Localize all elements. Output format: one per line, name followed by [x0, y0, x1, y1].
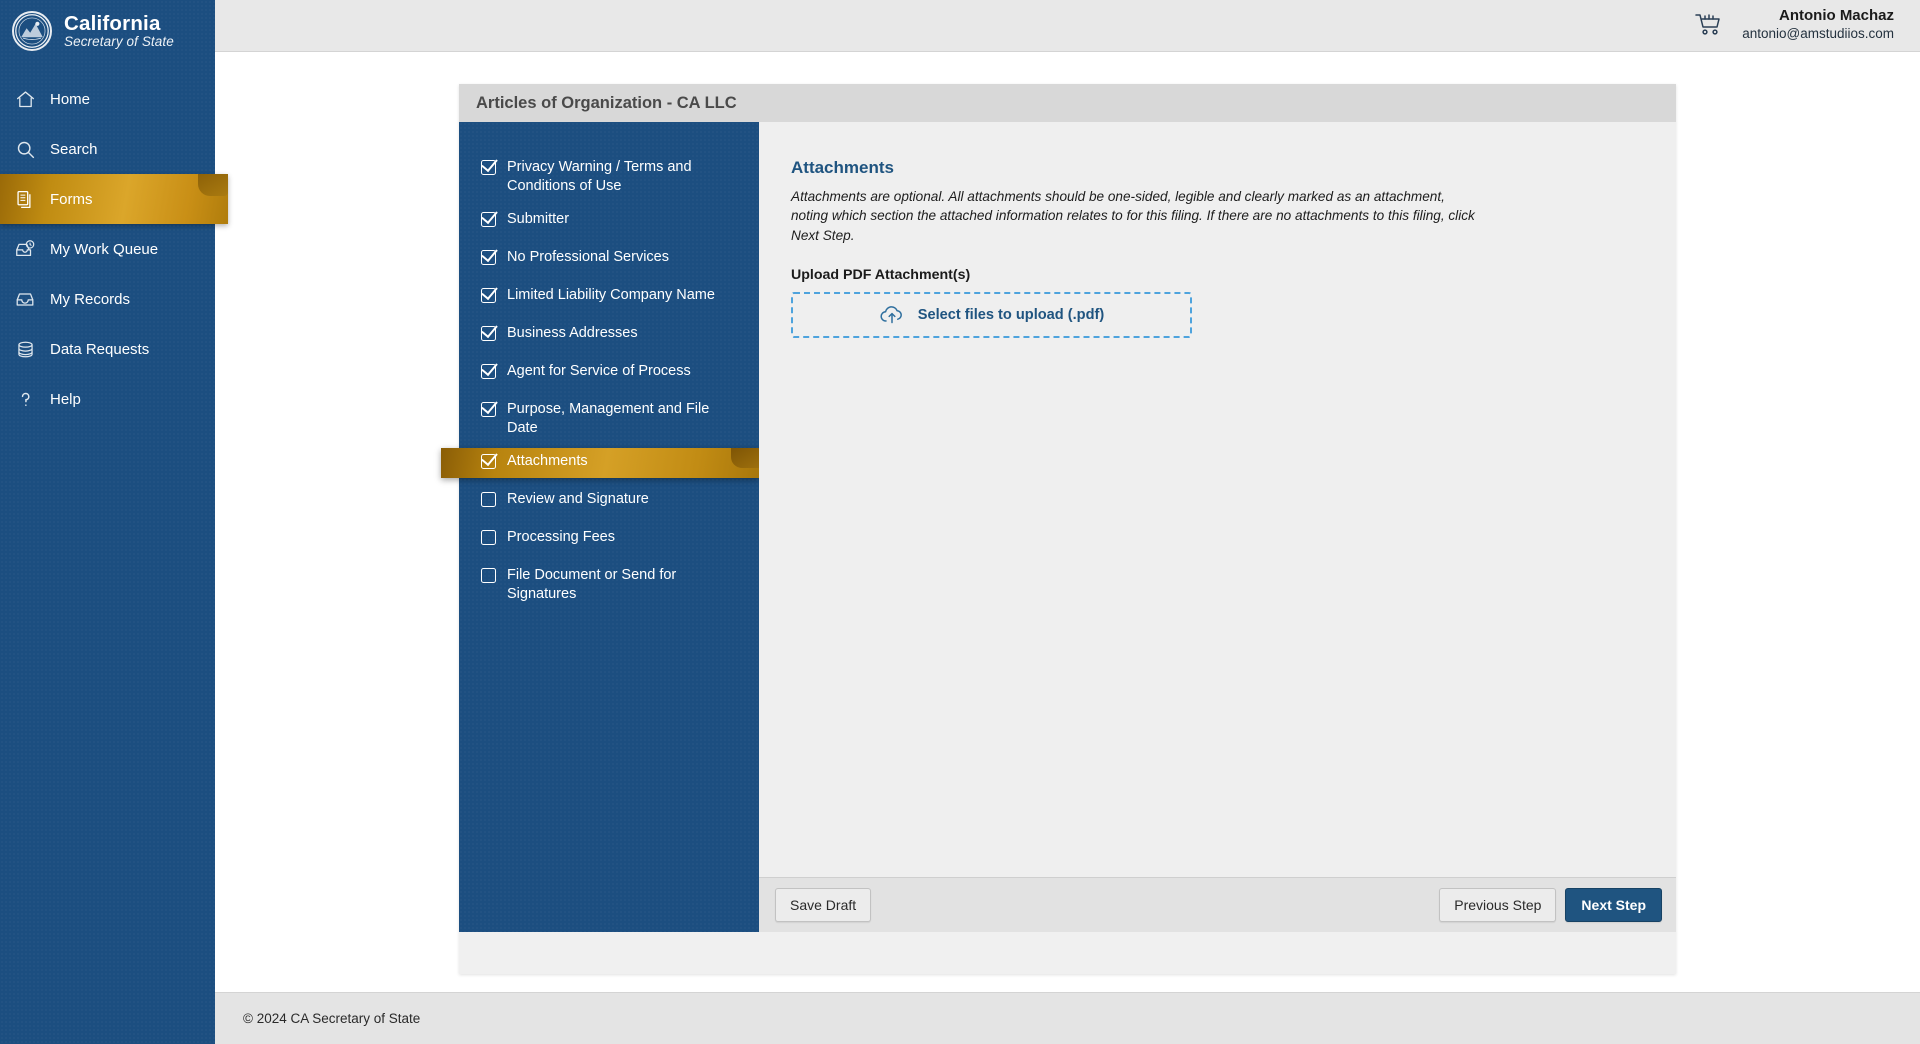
- step-item-file-document[interactable]: File Document or Send for Signatures: [459, 562, 759, 606]
- database-icon: [14, 338, 36, 360]
- step-label: Privacy Warning / Terms and Conditions o…: [507, 159, 692, 194]
- top-bar: Antonio Machaz antonio@amstudiios.com: [215, 0, 1920, 52]
- step-label: Processing Fees: [507, 529, 615, 546]
- step-label: Attachments: [507, 453, 588, 470]
- sidebar-item-my-records[interactable]: My Records: [0, 274, 215, 324]
- sidebar-item-my-work-queue[interactable]: My Work Queue: [0, 224, 215, 274]
- sidebar: California Secretary of State Home Searc…: [0, 0, 228, 1044]
- step-item-llc-name[interactable]: Limited Liability Company Name: [459, 282, 759, 312]
- checkbox-checked-icon: [481, 250, 496, 266]
- save-draft-button[interactable]: Save Draft: [775, 888, 872, 922]
- step-item-agent-for-service[interactable]: Agent for Service of Process: [459, 358, 759, 388]
- content-heading: Attachments: [791, 158, 894, 177]
- checkbox-checked-icon: [481, 402, 496, 418]
- user-area: Antonio Machaz antonio@amstudiios.com: [1694, 6, 1894, 42]
- home-icon: [14, 88, 36, 110]
- sidebar-item-label: Search: [50, 140, 98, 158]
- step-label: Submitter: [507, 211, 570, 228]
- previous-step-button[interactable]: Previous Step: [1439, 888, 1557, 922]
- sidebar-item-data-requests[interactable]: Data Requests: [0, 324, 215, 374]
- sidebar-nav: Home Search Forms My Work Queue My Recor…: [0, 74, 228, 424]
- upload-section-label: Upload PDF Attachment(s): [791, 266, 971, 283]
- content-description: Attachments are optional. All attachment…: [791, 189, 1475, 243]
- checkbox-unchecked-icon: [481, 568, 496, 584]
- search-icon: [14, 138, 36, 160]
- records-tray-icon: [14, 288, 36, 310]
- sidebar-item-home[interactable]: Home: [0, 74, 215, 124]
- card-body: Privacy Warning / Terms and Conditions o…: [441, 122, 1676, 932]
- sidebar-item-search[interactable]: Search: [0, 124, 215, 174]
- checkbox-checked-icon: [481, 364, 496, 380]
- step-item-attachments[interactable]: Attachments: [441, 448, 759, 479]
- sidebar-item-forms[interactable]: Forms: [0, 174, 228, 224]
- page-footer: © 2024 CA Secretary of State: [215, 992, 1920, 1044]
- sidebar-item-label: Home: [50, 90, 91, 108]
- california-state-seal-icon: [12, 11, 52, 51]
- step-label: File Document or Send for Signatures: [507, 567, 677, 602]
- checkbox-checked-icon: [481, 288, 496, 304]
- step-item-purpose-management[interactable]: Purpose, Management and File Date: [459, 396, 759, 440]
- sidebar-item-help[interactable]: Help: [0, 374, 215, 424]
- step-label: Agent for Service of Process: [507, 363, 691, 380]
- brand-text: California Secretary of State: [64, 11, 174, 50]
- step-label: Limited Liability Company Name: [507, 287, 715, 304]
- dropzone-label: Select files to upload (.pdf): [917, 306, 1105, 323]
- brand-name: California: [64, 11, 161, 35]
- step-item-processing-fees[interactable]: Processing Fees: [459, 524, 759, 554]
- form-action-bar: Save Draft Previous Step Next Step: [759, 877, 1676, 932]
- step-label: Business Addresses: [507, 325, 638, 342]
- checkbox-unchecked-icon: [481, 530, 496, 546]
- sidebar-item-label: My Records: [50, 290, 131, 308]
- sidebar-item-label: Help: [50, 390, 81, 408]
- work-queue-icon: [14, 238, 36, 260]
- user-info: Antonio Machaz antonio@amstudiios.com: [1742, 6, 1894, 42]
- step-item-business-addresses[interactable]: Business Addresses: [459, 320, 759, 350]
- file-upload-dropzone[interactable]: Select files to upload (.pdf): [791, 291, 1192, 338]
- application-root: California Secretary of State Home Searc…: [0, 0, 1920, 1044]
- ribbon-fold-decoration: [731, 448, 759, 469]
- checkbox-checked-icon: [481, 212, 496, 228]
- ribbon-fold-decoration: [198, 174, 228, 196]
- checkbox-checked-icon: [481, 160, 496, 175]
- form-card: Articles of Organization - CA LLC Privac…: [441, 84, 1676, 974]
- checkbox-unchecked-icon: [481, 492, 496, 508]
- page-body: Articles of Organization - CA LLC Privac…: [215, 52, 1920, 992]
- step-item-review-and-signature[interactable]: Review and Signature: [459, 486, 759, 516]
- step-item-submitter[interactable]: Submitter: [459, 206, 759, 236]
- step-label: Review and Signature: [507, 491, 649, 508]
- shopping-cart-icon[interactable]: [1694, 10, 1724, 38]
- sidebar-item-label: My Work Queue: [50, 240, 159, 258]
- step-item-privacy-warning[interactable]: Privacy Warning / Terms and Conditions o…: [459, 154, 759, 198]
- user-name: Antonio Machaz: [1779, 7, 1894, 24]
- checkbox-checked-icon: [481, 326, 496, 342]
- sidebar-item-label: Forms: [50, 190, 93, 208]
- brand-header: California Secretary of State: [0, 0, 215, 62]
- user-email: antonio@amstudiios.com: [1742, 26, 1894, 42]
- cloud-upload-icon: [879, 304, 905, 326]
- main-content: Attachments Attachments are optional. Al…: [759, 122, 1676, 877]
- step-label: No Professional Services: [507, 249, 669, 266]
- question-mark-icon: [14, 388, 36, 410]
- next-step-button[interactable]: Next Step: [1565, 888, 1662, 922]
- step-item-no-professional-services[interactable]: No Professional Services: [459, 244, 759, 274]
- page-title: Articles of Organization - CA LLC: [459, 84, 1676, 122]
- brand-subtitle: Secretary of State: [64, 33, 174, 49]
- step-label: Purpose, Management and File Date: [507, 401, 710, 436]
- sidebar-item-label: Data Requests: [50, 340, 150, 358]
- copyright-text: © 2024 CA Secretary of State: [243, 1011, 421, 1026]
- form-step-list: Privacy Warning / Terms and Conditions o…: [441, 122, 759, 932]
- forms-icon: [14, 188, 36, 210]
- checkbox-checked-icon: [481, 454, 496, 470]
